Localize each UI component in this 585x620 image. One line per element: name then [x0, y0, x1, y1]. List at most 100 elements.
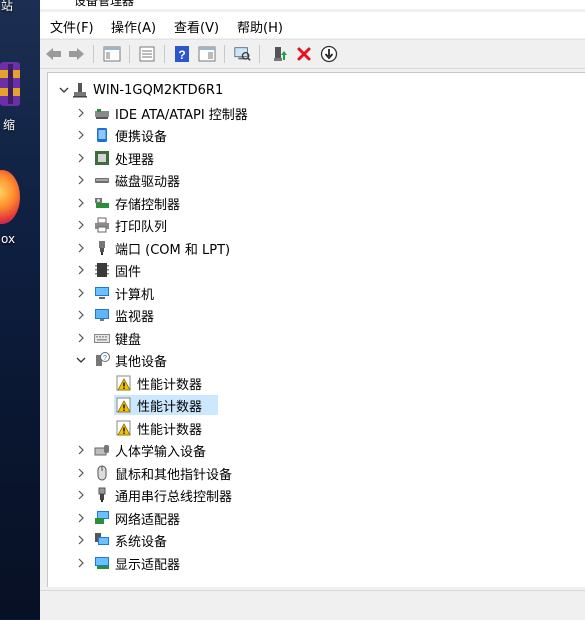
- category-label: 端口 (COM 和 LPT): [115, 242, 231, 258]
- category-label: 人体学输入设备: [115, 444, 207, 460]
- chevron-right-icon[interactable]: [75, 332, 87, 344]
- chevron-right-icon[interactable]: [75, 129, 87, 141]
- category-label: 处理器: [115, 152, 155, 168]
- winrar-icon[interactable]: [0, 62, 22, 108]
- chevron-right-icon[interactable]: [75, 512, 87, 524]
- desktop-background: 站 缩 ox: [0, 0, 40, 619]
- chevron-right-icon[interactable]: [75, 219, 87, 231]
- tree-root[interactable]: WIN-1GQM2KTD6R1: [48, 80, 578, 100]
- help-icon[interactable]: ?: [173, 45, 191, 63]
- tree-category-firmware[interactable]: 固件: [48, 260, 578, 280]
- chevron-right-icon[interactable]: [75, 287, 87, 299]
- tree-category-ide[interactable]: IDE ATA/ATAPI 控制器: [48, 103, 578, 123]
- category-label: 固件: [115, 264, 142, 280]
- tree-category-disk[interactable]: 磁盘驱动器: [48, 170, 578, 190]
- chevron-down-icon[interactable]: [75, 354, 87, 366]
- tree-category-usb[interactable]: 通用串行总线控制器: [48, 485, 578, 505]
- ide-controller-icon: [94, 105, 110, 121]
- network-adapter-icon: [94, 510, 110, 526]
- category-label: 系统设备: [115, 534, 168, 550]
- category-label: 磁盘驱动器: [115, 174, 181, 190]
- chevron-right-icon[interactable]: [75, 444, 87, 456]
- warning-device-icon: [116, 397, 132, 413]
- firefox-icon[interactable]: [0, 170, 20, 224]
- toolbar: ?: [40, 39, 585, 69]
- tree-category-network[interactable]: 网络适配器: [48, 508, 578, 528]
- tree-category-system[interactable]: 系统设备: [48, 530, 578, 550]
- device-tree[interactable]: WIN-1GQM2KTD6R1 IDE ATA/ATAPI 控制器 便携设备 处…: [47, 72, 585, 587]
- tree-category-mouse[interactable]: 鼠标和其他指针设备: [48, 463, 578, 483]
- chevron-right-icon[interactable]: [75, 489, 87, 501]
- firmware-icon: [94, 262, 110, 278]
- system-device-icon: [94, 532, 110, 548]
- firefox-shortcut-label[interactable]: ox: [1, 232, 41, 246]
- tree-device-perf-counter-3[interactable]: 性能计数器: [114, 418, 204, 438]
- status-bar: [40, 590, 585, 620]
- category-label: 鼠标和其他指针设备: [115, 467, 233, 483]
- category-label: 便携设备: [115, 129, 168, 145]
- forward-arrow-icon[interactable]: [67, 45, 85, 63]
- category-label: 监视器: [115, 309, 155, 325]
- menu-file[interactable]: 文件(F): [50, 17, 94, 36]
- menu-action[interactable]: 操作(A): [111, 17, 156, 36]
- menu-view[interactable]: 查看(V): [174, 17, 219, 36]
- svg-text:?: ?: [178, 48, 185, 62]
- tree-device-perf-counter-1[interactable]: 性能计数器: [114, 373, 204, 393]
- scan-hardware-changes-icon[interactable]: [233, 45, 251, 63]
- chevron-right-icon[interactable]: [75, 197, 87, 209]
- tree-category-portable[interactable]: 便携设备: [48, 125, 578, 145]
- chevron-right-icon[interactable]: [75, 557, 87, 569]
- back-arrow-icon[interactable]: [45, 45, 63, 63]
- chevron-right-icon[interactable]: [75, 467, 87, 479]
- category-label: 网络适配器: [115, 512, 181, 528]
- chevron-right-icon[interactable]: [75, 152, 87, 164]
- category-label: 存储控制器: [115, 197, 181, 213]
- category-label: 计算机: [115, 287, 155, 303]
- display-adapter-icon: [94, 555, 110, 571]
- tree-category-storage[interactable]: 存储控制器: [48, 193, 578, 213]
- computer-icon: [94, 285, 110, 301]
- uninstall-device-icon[interactable]: [295, 45, 313, 63]
- chevron-right-icon[interactable]: [75, 174, 87, 186]
- chevron-right-icon[interactable]: [75, 107, 87, 119]
- processor-icon: [94, 150, 110, 166]
- tree-category-other-devices[interactable]: ? 其他设备: [48, 350, 578, 370]
- window-title: 设备管理器: [74, 0, 135, 8]
- tree-category-hid[interactable]: 人体学输入设备: [48, 440, 578, 460]
- disk-drive-icon: [94, 172, 110, 188]
- properties-icon[interactable]: [138, 45, 156, 63]
- tree-category-keyboard[interactable]: 键盘: [48, 328, 578, 348]
- title-bar[interactable]: 设备管理器: [40, 0, 585, 9]
- tree-category-printer[interactable]: 打印队列: [48, 215, 578, 235]
- device-label: 性能计数器: [137, 422, 203, 438]
- warning-device-icon: [116, 375, 132, 391]
- chevron-right-icon[interactable]: [75, 309, 87, 321]
- other-device-icon: ?: [94, 352, 110, 368]
- menu-help[interactable]: 帮助(H): [237, 17, 283, 36]
- tree-category-display[interactable]: 显示适配器: [48, 553, 578, 573]
- category-label: 通用串行总线控制器: [115, 489, 233, 505]
- disable-device-icon[interactable]: [320, 45, 338, 63]
- show-hide-console-tree-icon[interactable]: [103, 45, 121, 63]
- category-label: 显示适配器: [115, 557, 181, 573]
- desktop-shortcut-top-label[interactable]: 站: [1, 0, 41, 14]
- update-driver-icon[interactable]: [270, 45, 288, 63]
- chevron-right-icon[interactable]: [75, 534, 87, 546]
- menu-bar: 文件(F) 操作(A) 查看(V) 帮助(H): [40, 12, 585, 38]
- category-label: 键盘: [115, 332, 142, 348]
- keyboard-icon: [94, 330, 110, 346]
- hid-icon: [94, 442, 110, 458]
- chevron-right-icon[interactable]: [75, 242, 87, 254]
- winrar-shortcut-label[interactable]: 缩: [3, 116, 43, 133]
- usb-icon: [94, 487, 110, 503]
- chevron-right-icon[interactable]: [75, 264, 87, 276]
- action-pane-icon[interactable]: [198, 45, 216, 63]
- tree-category-monitor[interactable]: 监视器: [48, 305, 578, 325]
- device-label: 性能计数器: [137, 399, 203, 415]
- tree-category-processor[interactable]: 处理器: [48, 148, 578, 168]
- portable-device-icon: [94, 127, 110, 143]
- tree-category-computer[interactable]: 计算机: [48, 283, 578, 303]
- chevron-down-icon[interactable]: [58, 84, 70, 96]
- tree-category-ports[interactable]: 端口 (COM 和 LPT): [48, 238, 578, 258]
- tree-device-perf-counter-2[interactable]: 性能计数器: [114, 395, 218, 415]
